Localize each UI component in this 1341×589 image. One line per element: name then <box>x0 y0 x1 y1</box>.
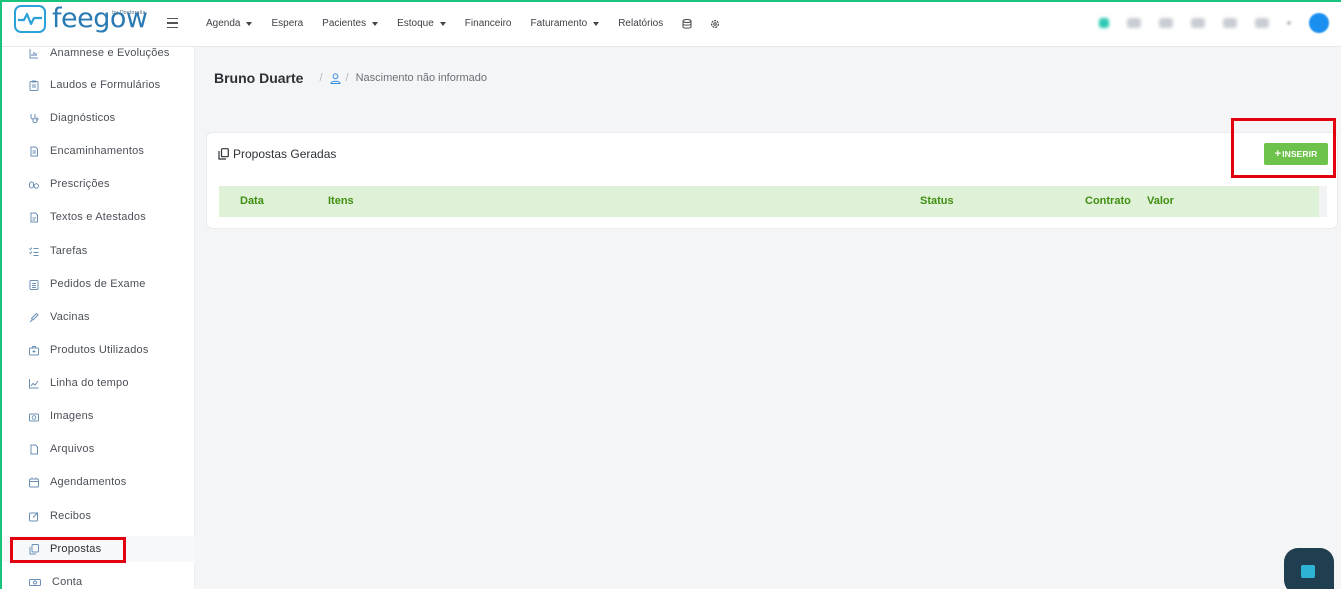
sidebar-item-imagens[interactable]: Imagens <box>0 403 195 429</box>
add-icon[interactable] <box>1159 18 1173 28</box>
edit-icon <box>29 511 39 521</box>
column-header-contrato[interactable]: Contrato <box>1085 195 1131 207</box>
nav-estoque[interactable]: Estoque <box>397 18 446 29</box>
document-icon <box>30 146 38 156</box>
top-navbar: feegow by Doctoralia Agenda Espera Pacie… <box>0 0 1341 47</box>
column-header-data[interactable]: Data <box>240 195 264 207</box>
proposals-table-header: Data Itens Status Contrato Valor <box>219 186 1319 217</box>
nav-relatorios[interactable]: Relatórios <box>618 18 663 29</box>
stethoscope-icon <box>30 113 39 123</box>
medkit-icon <box>29 345 39 355</box>
feegow-logo[interactable]: feegow by Doctoralia <box>14 4 148 34</box>
caret-down-icon <box>439 21 446 26</box>
caret-down-icon <box>593 21 600 26</box>
clipboard-icon <box>29 80 39 91</box>
logo-text: feegow by Doctoralia <box>52 5 148 32</box>
sidebar-item-vacinas[interactable]: Vacinas <box>0 304 195 330</box>
top-right-toolbar <box>1081 13 1329 33</box>
messages-icon[interactable] <box>1223 18 1237 28</box>
sidebar-item-diagnosticos[interactable]: Diagnósticos <box>0 105 195 131</box>
sidebar-item-tarefas[interactable]: Tarefas <box>0 238 195 264</box>
sidebar-item-anamnese[interactable]: Anamnese e Evoluções <box>0 40 195 66</box>
nav-espera[interactable]: Espera <box>271 18 303 29</box>
column-header-valor[interactable]: Valor <box>1147 195 1174 207</box>
proposals-panel: Propostas Geradas + INSERIR Data Itens S… <box>206 132 1338 229</box>
patient-name[interactable]: Bruno Duarte <box>214 70 303 86</box>
chat-widget-button[interactable] <box>1284 548 1334 589</box>
notifications-icon[interactable] <box>1127 18 1141 28</box>
money-icon <box>29 578 41 586</box>
database-icon[interactable] <box>682 18 692 29</box>
syringe-icon <box>29 312 39 322</box>
file-icon <box>30 444 38 454</box>
line-chart-icon <box>29 378 39 388</box>
caret-down-icon <box>246 21 253 26</box>
birth-info: Nascimento não informado <box>355 72 488 84</box>
column-header-itens[interactable]: Itens <box>328 195 354 207</box>
chat-icon <box>1301 565 1315 578</box>
sidebar-item-agendamentos[interactable]: Agendamentos <box>0 469 195 495</box>
sidebar-item-conta[interactable]: Conta <box>0 569 195 589</box>
copy-icon <box>218 148 229 160</box>
grid-icon[interactable] <box>1255 18 1269 28</box>
nav-pacientes[interactable]: Pacientes <box>322 18 379 29</box>
sidebar-item-arquivos[interactable]: Arquivos <box>0 436 195 462</box>
highlight-box-insert <box>1231 118 1336 178</box>
nav-faturamento[interactable]: Faturamento <box>531 18 600 29</box>
sidebar-item-laudos[interactable]: Laudos e Formulários <box>0 72 195 98</box>
sidebar-item-encaminhamentos[interactable]: Encaminhamentos <box>0 138 195 164</box>
status-icon[interactable] <box>1099 18 1109 28</box>
pulse-icon <box>14 5 46 33</box>
checklist-icon <box>29 246 39 256</box>
nav-agenda[interactable]: Agenda <box>206 18 253 29</box>
camera-icon <box>29 413 39 421</box>
sidebar-item-pedidos-exame[interactable]: Pedidos de Exame <box>0 271 195 297</box>
sidebar-item-textos[interactable]: Textos e Atestados <box>0 204 195 230</box>
sidebar-item-produtos[interactable]: Produtos Utilizados <box>0 337 195 363</box>
panel-title: Propostas Geradas <box>218 147 336 161</box>
clipboard-list-icon <box>29 279 39 290</box>
sidebar-item-prescricoes[interactable]: Prescrições <box>0 171 195 197</box>
breadcrumb-separator: / <box>345 72 349 84</box>
breadcrumb-separator: / <box>319 72 323 84</box>
table-scrollbar[interactable] <box>1319 186 1327 217</box>
gear-icon[interactable] <box>710 19 720 29</box>
sidebar-item-recibos[interactable]: Recibos <box>0 503 195 529</box>
menu-toggle-icon[interactable] <box>167 18 178 31</box>
user-icon <box>330 72 341 84</box>
caret-down-icon <box>372 21 379 26</box>
chart-icon <box>29 48 38 58</box>
highlight-box-propostas <box>10 537 126 563</box>
user-avatar[interactable] <box>1309 13 1329 33</box>
nav-financeiro[interactable]: Financeiro <box>465 18 512 29</box>
file-text-icon <box>30 212 38 222</box>
sidebar-item-linha-tempo[interactable]: Linha do tempo <box>0 370 195 396</box>
calendar-icon <box>29 477 39 487</box>
logo-byline: by Doctoralia <box>112 10 146 16</box>
pills-icon <box>29 181 39 189</box>
breadcrumb: Bruno Duarte / / Nascimento não informad… <box>214 70 487 86</box>
patient-sidebar: Anamnese e Evoluções Laudos e Formulário… <box>0 47 195 589</box>
plus-square-icon[interactable] <box>1191 18 1205 28</box>
main-nav: Agenda Espera Pacientes Estoque Financei… <box>206 18 738 29</box>
window-frame-left <box>0 0 2 589</box>
column-header-status[interactable]: Status <box>920 195 954 207</box>
window-frame-top <box>0 0 1341 2</box>
separator-dot <box>1287 21 1291 25</box>
